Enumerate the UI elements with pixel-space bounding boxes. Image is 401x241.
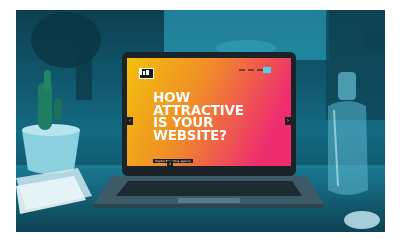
website-screen: ‹ › HOW ATTRACTIVE IS YOUR WEBSITE? Digi… — [127, 58, 291, 166]
nav-item[interactable] — [239, 69, 245, 71]
photo: ‹ › HOW ATTRACTIVE IS YOUR WEBSITE? Digi… — [16, 10, 385, 232]
slider-prev-arrow-icon[interactable]: ‹ — [127, 117, 133, 125]
agency-tagline: Digital Branding agency — [153, 159, 194, 163]
trackpad — [178, 198, 240, 203]
slider-next-arrow-icon[interactable]: › — [285, 117, 291, 125]
cta-button[interactable] — [263, 67, 271, 73]
nav-item[interactable] — [248, 69, 254, 71]
scroll-down-icon[interactable]: ↓ — [167, 161, 173, 166]
mouse — [344, 211, 380, 229]
logo-mark-icon — [140, 69, 149, 75]
brand-logo-icon[interactable] — [139, 68, 154, 79]
hero-headline: HOW ATTRACTIVE IS YOUR WEBSITE? — [153, 90, 244, 144]
nav-menu[interactable] — [239, 69, 263, 71]
